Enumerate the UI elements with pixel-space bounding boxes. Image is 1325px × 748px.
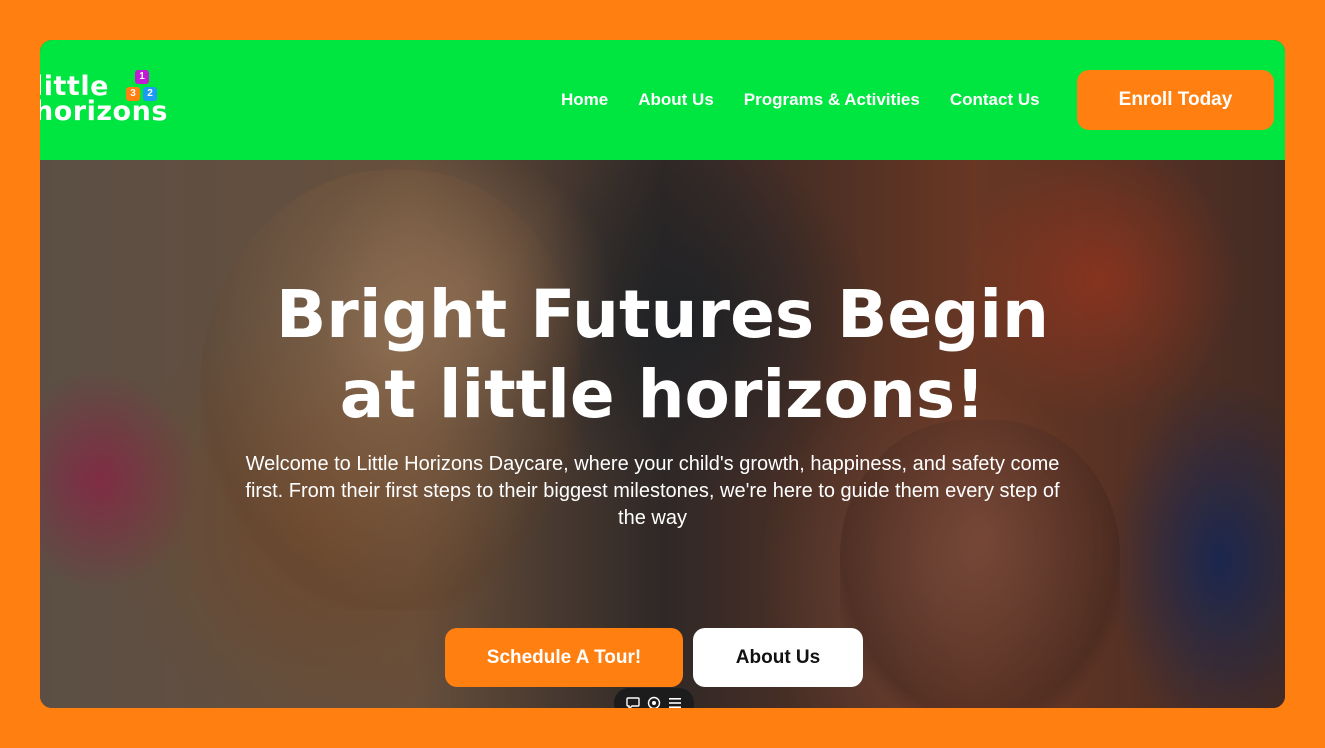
hero-description: Welcome to Little Horizons Daycare, wher… xyxy=(245,453,1060,529)
logo-block-1: 1 xyxy=(135,70,149,84)
hero-title: Bright Futures Begin at little horizons! xyxy=(40,275,1285,435)
enroll-today-button[interactable]: Enroll Today xyxy=(1077,70,1274,130)
logo-line-2: horizons xyxy=(40,96,168,127)
website-viewport: little horizons 1 3 2 Home About Us Prog… xyxy=(40,40,1285,708)
hero-title-line-2: at little horizons! xyxy=(339,356,986,433)
comment-icon[interactable] xyxy=(625,695,641,708)
site-header: little horizons 1 3 2 Home About Us Prog… xyxy=(40,40,1285,160)
logo-block-3: 3 xyxy=(126,87,140,101)
about-us-button[interactable]: About Us xyxy=(693,628,863,687)
floating-toolbar xyxy=(614,688,694,708)
nav-contact-us[interactable]: Contact Us xyxy=(950,90,1040,110)
hero-title-line-1: Bright Futures Begin xyxy=(275,276,1050,353)
nav-about-us[interactable]: About Us xyxy=(638,90,714,110)
menu-icon[interactable] xyxy=(667,695,683,708)
logo-block-2: 2 xyxy=(143,87,157,101)
hero-section: Bright Futures Begin at little horizons!… xyxy=(40,160,1285,708)
logo[interactable]: little horizons 1 3 2 xyxy=(40,68,170,132)
schedule-tour-button[interactable]: Schedule A Tour! xyxy=(445,628,683,687)
view-icon[interactable] xyxy=(646,695,662,708)
nav-programs-activities[interactable]: Programs & Activities xyxy=(744,90,920,110)
nav-home[interactable]: Home xyxy=(561,90,608,110)
main-nav: Home About Us Programs & Activities Cont… xyxy=(561,90,1040,110)
